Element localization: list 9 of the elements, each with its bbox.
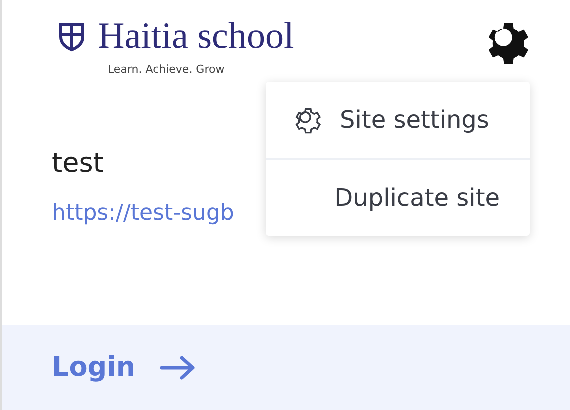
brand-name: Haitia school [98, 18, 294, 55]
arrow-icon [160, 354, 196, 380]
site-name: test [52, 148, 105, 179]
menu-item[interactable]: Site settings [266, 82, 530, 158]
login-button[interactable]: Login [52, 352, 196, 383]
settings-icon [294, 106, 322, 134]
shield-icon [58, 22, 86, 52]
menu-item[interactable]: Duplicate site [266, 158, 530, 236]
brand-tagline: Learn. Achieve. Grow [108, 63, 226, 76]
